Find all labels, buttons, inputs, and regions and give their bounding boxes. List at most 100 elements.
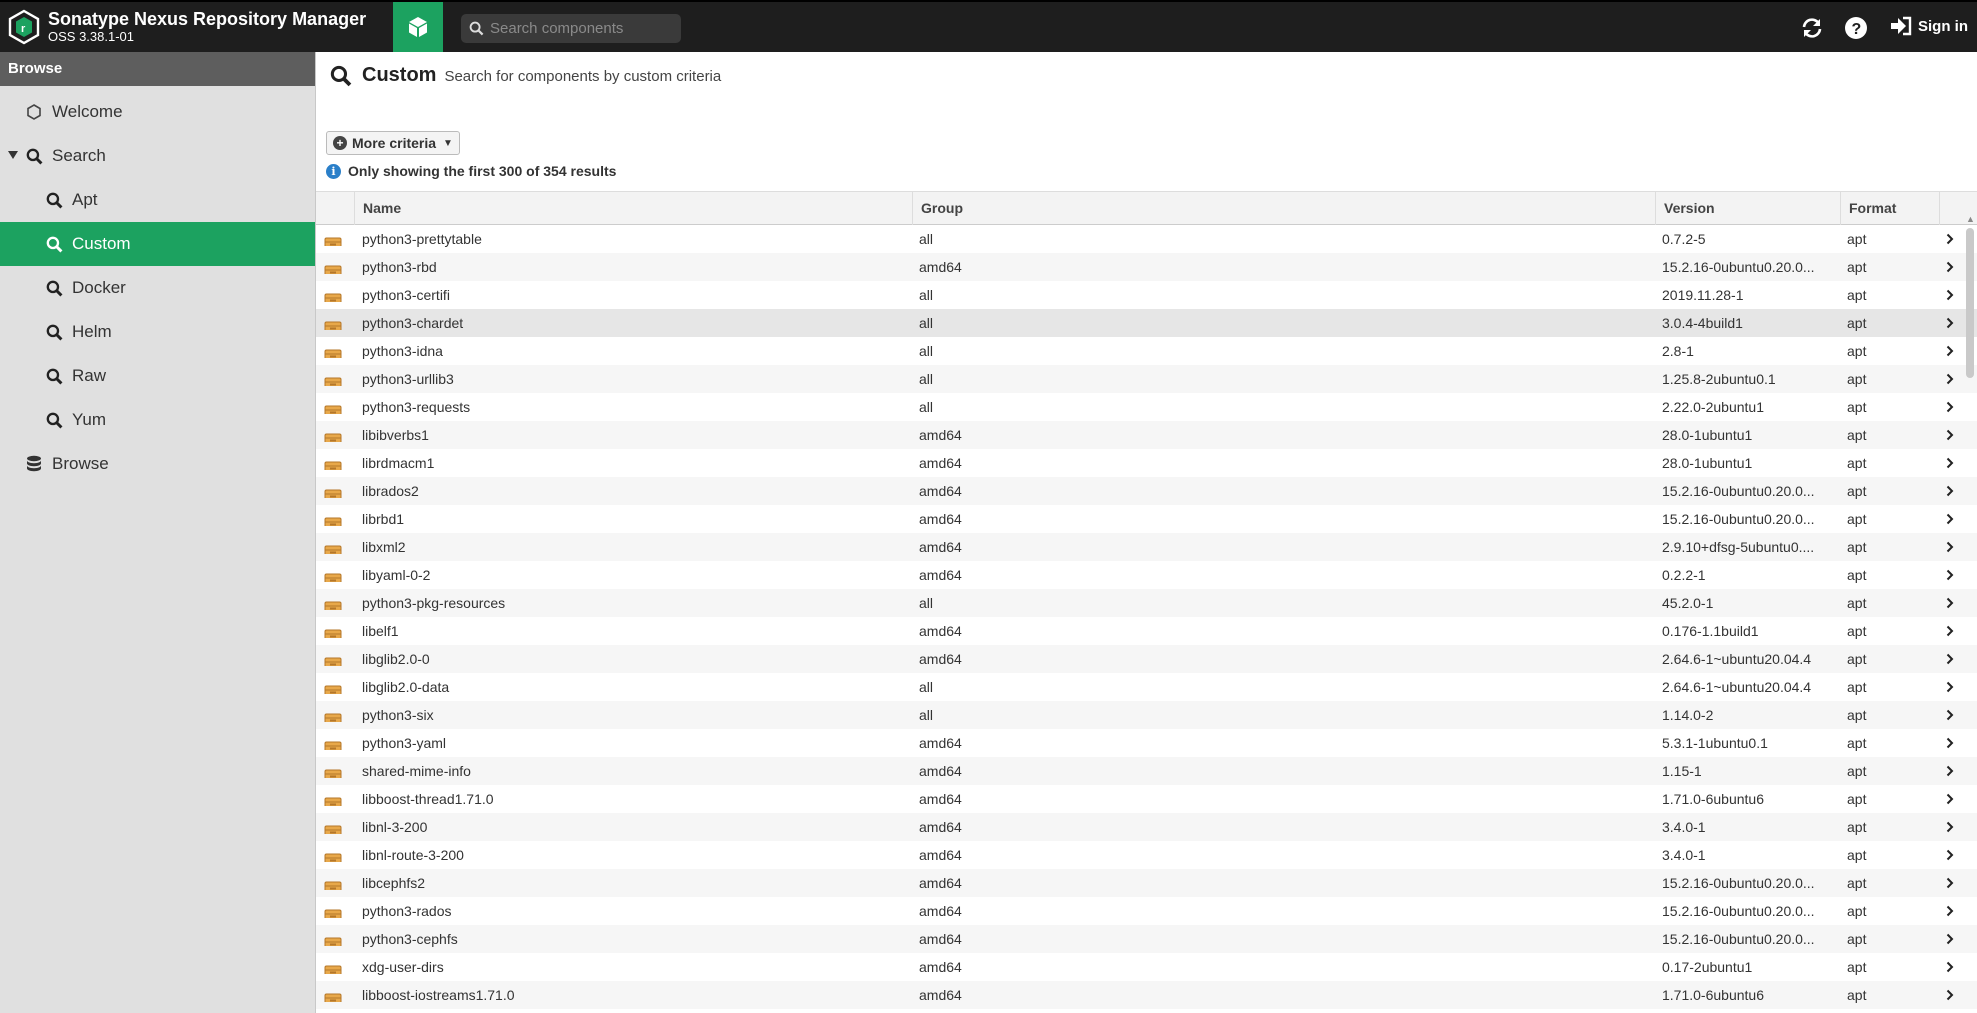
table-row[interactable]: libnl-3-200 amd64 3.4.0-1 apt xyxy=(316,813,1977,841)
table-row[interactable]: libglib2.0-data all 2.64.6-1~ubuntu20.04.4… xyxy=(316,673,1977,701)
cell-version: 1.71.0-6ubuntu6 xyxy=(1662,791,1764,807)
chevron-right-icon[interactable] xyxy=(1946,533,1960,562)
column-header-name[interactable]: Name xyxy=(354,192,912,225)
sidebar-item-search[interactable]: Search xyxy=(0,134,315,178)
table-row[interactable]: librdmacm1 amd64 28.0-1ubuntu1 apt xyxy=(316,449,1977,477)
nexus-logo-icon[interactable]: r xyxy=(8,9,40,45)
sidebar-item-helm[interactable]: Helm xyxy=(0,310,315,354)
package-icon xyxy=(324,792,342,806)
table-row[interactable]: xdg-user-dirs amd64 0.17-2ubuntu1 apt xyxy=(316,953,1977,981)
table-row[interactable]: shared-mime-info amd64 1.15-1 apt xyxy=(316,757,1977,785)
table-row[interactable]: libnl-route-3-200 amd64 3.4.0-1 apt xyxy=(316,841,1977,869)
cell-name: python3-certifi xyxy=(362,287,450,303)
column-header-format[interactable]: Format xyxy=(1840,192,1939,225)
chevron-right-icon[interactable] xyxy=(1946,505,1960,534)
cell-format: apt xyxy=(1847,567,1867,583)
table-row[interactable]: libboost-iostreams1.71.0 amd64 1.71.0-6ubu… xyxy=(316,981,1977,1009)
chevron-right-icon[interactable] xyxy=(1946,701,1960,730)
column-header-version[interactable]: Version xyxy=(1655,192,1840,225)
chevron-right-icon[interactable] xyxy=(1946,645,1960,674)
scroll-up-icon[interactable]: ▲ xyxy=(1966,214,1975,224)
chevron-right-icon[interactable] xyxy=(1946,785,1960,814)
chevron-right-icon[interactable] xyxy=(1946,757,1960,786)
table-row[interactable]: libyaml-0-2 amd64 0.2.2-1 apt xyxy=(316,561,1977,589)
table-row[interactable]: python3-chardet all 3.0.4-4build1 apt xyxy=(316,309,1977,337)
cell-format: apt xyxy=(1847,819,1867,835)
table-row[interactable]: python3-requests all 2.22.0-2ubuntu1 apt xyxy=(316,393,1977,421)
chevron-right-icon[interactable] xyxy=(1946,673,1960,702)
chevron-right-icon[interactable] xyxy=(1946,953,1960,982)
package-icon xyxy=(324,456,342,470)
table-row[interactable]: python3-yaml amd64 5.3.1-1ubuntu0.1 apt xyxy=(316,729,1977,757)
chevron-right-icon[interactable] xyxy=(1946,729,1960,758)
chevron-right-icon[interactable] xyxy=(1946,617,1960,646)
sign-in-button[interactable]: Sign in xyxy=(1890,16,1968,36)
cell-name: libnl-3-200 xyxy=(362,819,428,835)
table-row[interactable]: librbd1 amd64 15.2.16-0ubuntu0.20.0... apt xyxy=(316,505,1977,533)
chevron-right-icon[interactable] xyxy=(1946,337,1960,366)
cell-name: python3-idna xyxy=(362,343,443,359)
page-header: Custom Search for components by custom c… xyxy=(330,64,721,87)
chevron-right-icon[interactable] xyxy=(1946,421,1960,450)
more-criteria-button[interactable]: + More criteria ▼ xyxy=(326,131,460,155)
chevron-right-icon[interactable] xyxy=(1946,925,1960,954)
cell-format: apt xyxy=(1847,455,1867,471)
table-row[interactable]: python3-urllib3 all 1.25.8-2ubuntu0.1 apt xyxy=(316,365,1977,393)
sidebar-item-yum[interactable]: Yum xyxy=(0,398,315,442)
help-icon[interactable]: ? xyxy=(1843,15,1869,41)
cell-name: librados2 xyxy=(362,483,419,499)
chevron-right-icon[interactable] xyxy=(1946,589,1960,618)
vertical-scrollbar[interactable] xyxy=(1966,228,1974,378)
table-row[interactable]: python3-rados amd64 15.2.16-0ubuntu0.20.0.… xyxy=(316,897,1977,925)
chevron-right-icon[interactable] xyxy=(1946,225,1960,254)
column-header-group[interactable]: Group xyxy=(912,192,1655,225)
table-row[interactable]: python3-certifi all 2019.11.28-1 apt xyxy=(316,281,1977,309)
table-row[interactable]: python3-idna all 2.8-1 apt xyxy=(316,337,1977,365)
table-row[interactable]: python3-rbd amd64 15.2.16-0ubuntu0.20.0...… xyxy=(316,253,1977,281)
sidebar-item-custom[interactable]: Custom xyxy=(0,222,315,266)
sidebar-item-label: Custom xyxy=(72,234,131,253)
table-row[interactable]: libxml2 amd64 2.9.10+dfsg-5ubuntu0.... apt xyxy=(316,533,1977,561)
chevron-right-icon[interactable] xyxy=(1946,897,1960,926)
chevron-right-icon[interactable] xyxy=(1946,561,1960,590)
sidebar-item-raw[interactable]: Raw xyxy=(0,354,315,398)
chevron-right-icon[interactable] xyxy=(1946,253,1960,282)
sidebar-item-apt[interactable]: Apt xyxy=(0,178,315,222)
chevron-right-icon[interactable] xyxy=(1946,449,1960,478)
chevron-right-icon[interactable] xyxy=(1946,309,1960,338)
table-row[interactable]: libelf1 amd64 0.176-1.1build1 apt xyxy=(316,617,1977,645)
chevron-right-icon[interactable] xyxy=(1946,477,1960,506)
cell-format: apt xyxy=(1847,791,1867,807)
chevron-right-icon[interactable] xyxy=(1946,813,1960,842)
refresh-icon[interactable] xyxy=(1799,15,1825,41)
cell-format: apt xyxy=(1847,987,1867,1003)
chevron-right-icon[interactable] xyxy=(1946,841,1960,870)
sidebar-item-docker[interactable]: Docker xyxy=(0,266,315,310)
sidebar-item-label: Yum xyxy=(72,410,107,429)
component-search[interactable] xyxy=(461,14,681,43)
cell-name: python3-rbd xyxy=(362,259,437,275)
cell-group: amd64 xyxy=(919,959,962,975)
chevron-right-icon[interactable] xyxy=(1946,365,1960,394)
sidebar-item-browse[interactable]: Browse xyxy=(0,442,315,486)
results-info-text: Only showing the first 300 of 354 result… xyxy=(348,163,617,179)
chevron-right-icon[interactable] xyxy=(1946,281,1960,310)
cell-name: python3-requests xyxy=(362,399,471,415)
table-row[interactable]: libboost-thread1.71.0 amd64 1.71.0-6ubuntu… xyxy=(316,785,1977,813)
browse-mode-button[interactable] xyxy=(393,2,443,52)
caret-down-icon[interactable] xyxy=(8,151,18,159)
table-row[interactable]: libcephfs2 amd64 15.2.16-0ubuntu0.20.0... a… xyxy=(316,869,1977,897)
results-info: i Only showing the first 300 of 354 resu… xyxy=(326,163,616,179)
table-row[interactable]: librados2 amd64 15.2.16-0ubuntu0.20.0... ap… xyxy=(316,477,1977,505)
table-row[interactable]: python3-cephfs amd64 15.2.16-0ubuntu0.20.0… xyxy=(316,925,1977,953)
chevron-right-icon[interactable] xyxy=(1946,869,1960,898)
sidebar-item-welcome[interactable]: Welcome xyxy=(0,90,315,134)
table-row[interactable]: python3-pkg-resources all 45.2.0-1 apt xyxy=(316,589,1977,617)
chevron-right-icon[interactable] xyxy=(1946,981,1960,1010)
table-row[interactable]: libibverbs1 amd64 28.0-1ubuntu1 apt xyxy=(316,421,1977,449)
chevron-right-icon[interactable] xyxy=(1946,393,1960,422)
table-row[interactable]: python3-six all 1.14.0-2 apt xyxy=(316,701,1977,729)
table-row[interactable]: python3-prettytable all 0.7.2-5 apt xyxy=(316,225,1977,253)
search-input[interactable] xyxy=(490,20,670,37)
table-row[interactable]: libglib2.0-0 amd64 2.64.6-1~ubuntu20.04.4 a… xyxy=(316,645,1977,673)
